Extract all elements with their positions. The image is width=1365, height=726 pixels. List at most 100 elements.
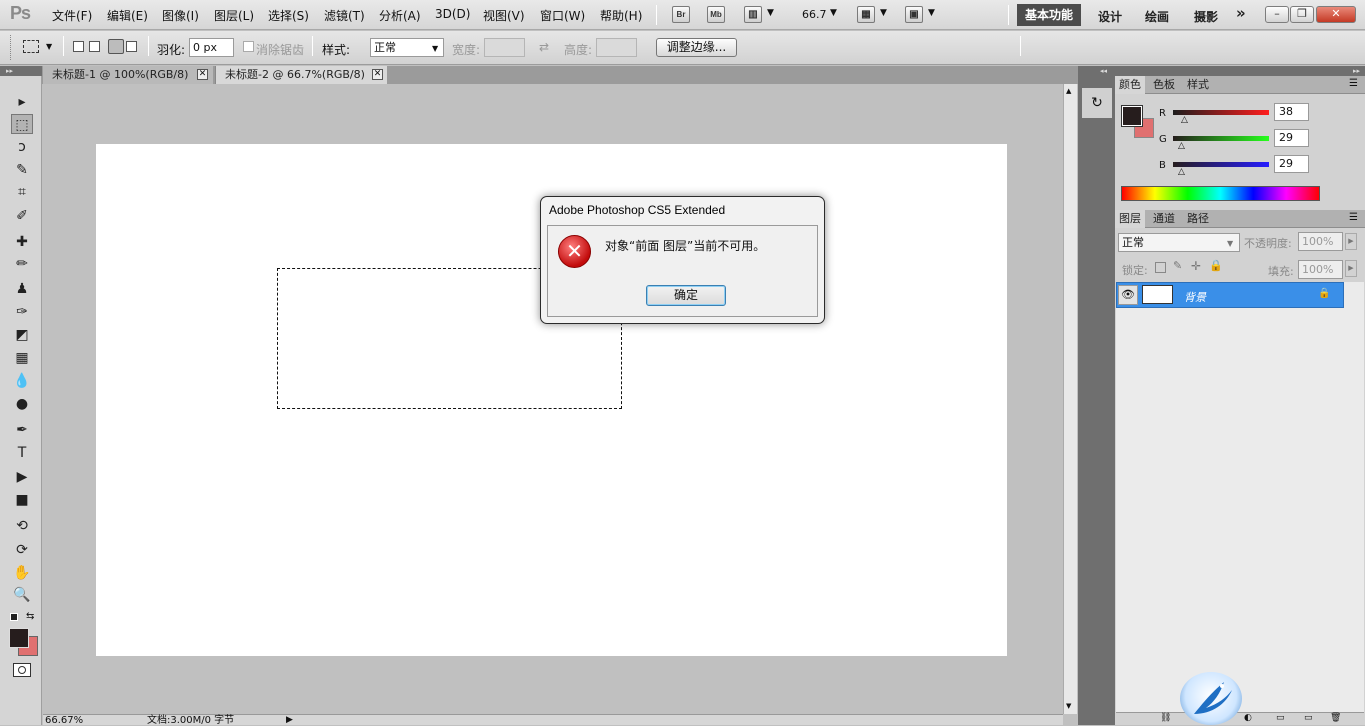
screen-mode-icon[interactable]: ▣ <box>905 6 923 23</box>
new-selection-icon[interactable] <box>73 41 84 52</box>
pen-tool-icon[interactable]: ✒ <box>11 420 33 440</box>
link-layers-icon[interactable]: ⛓ <box>1160 713 1171 723</box>
blur-tool-icon[interactable]: 💧 <box>11 371 33 391</box>
grip-handle[interactable] <box>10 35 13 60</box>
menu-select[interactable]: 选择(S) <box>268 7 309 24</box>
adjustment-layer-icon[interactable]: ◐ <box>1244 713 1252 723</box>
lock-all-icon[interactable]: 🔒 <box>1209 259 1223 272</box>
fill-arrow-icon[interactable]: ▶ <box>1345 260 1357 277</box>
swap-icon[interactable]: ⇄ <box>539 40 549 54</box>
minimize-button[interactable]: – <box>1265 6 1289 23</box>
quick-mask-icon[interactable] <box>13 663 31 677</box>
menu-layer[interactable]: 图层(L) <box>214 7 254 24</box>
restore-button[interactable]: ❐ <box>1290 6 1314 23</box>
menu-help[interactable]: 帮助(H) <box>600 7 642 24</box>
trash-icon[interactable]: 🗑 <box>1330 713 1341 723</box>
gradient-tool-icon[interactable]: ▦ <box>11 348 33 368</box>
g-value-input[interactable]: 29 <box>1274 129 1309 147</box>
ok-button[interactable]: 确定 <box>646 285 726 306</box>
chevron-down-icon[interactable]: ▼ <box>46 42 52 51</box>
chevron-down-icon[interactable]: ▼ <box>880 8 887 18</box>
height-input[interactable] <box>596 38 637 57</box>
tab-styles[interactable]: 样式 <box>1183 76 1213 94</box>
hand-tool-icon[interactable]: ✋ <box>11 563 33 583</box>
tab-document-1[interactable]: 未标题-1 @ 100%(RGB/8) <box>43 66 213 84</box>
crop-tool-icon[interactable]: ⌗ <box>11 182 33 202</box>
quick-select-tool-icon[interactable]: ✎ <box>11 160 33 180</box>
chevron-down-icon[interactable]: ▼ <box>767 8 774 18</box>
lock-pixels-icon[interactable]: ✎ <box>1173 259 1182 272</box>
menu-view[interactable]: 视图(V) <box>483 7 525 24</box>
more-workspaces-icon[interactable]: » <box>1236 4 1246 22</box>
color-spectrum-bar[interactable] <box>1121 186 1320 201</box>
history-panel-icon[interactable]: ↻ <box>1082 88 1112 118</box>
antialias-checkbox[interactable] <box>243 41 254 52</box>
healing-tool-icon[interactable]: ✚ <box>11 232 33 252</box>
panel-menu-icon[interactable]: ☰ <box>1349 212 1358 223</box>
3d-rotate-tool-icon[interactable]: ⟲ <box>11 516 33 536</box>
history-brush-tool-icon[interactable]: ✑ <box>11 302 33 322</box>
default-colors-icon[interactable] <box>10 613 18 621</box>
menu-3d[interactable]: 3D(D) <box>435 7 470 21</box>
workspace-essentials[interactable]: 基本功能 <box>1017 4 1081 26</box>
scroll-up-icon[interactable]: ▲ <box>1066 87 1071 95</box>
add-selection-icon[interactable] <box>89 41 100 52</box>
collapse-icon[interactable]: ▸▸ <box>1353 67 1360 75</box>
fill-input[interactable]: 100% <box>1298 260 1343 279</box>
r-slider-thumb[interactable]: △ <box>1181 115 1188 125</box>
clone-stamp-tool-icon[interactable]: ♟ <box>11 279 33 299</box>
eye-icon[interactable]: 👁 <box>1118 285 1138 305</box>
close-icon[interactable]: ✕ <box>197 69 208 80</box>
swap-colors-icon[interactable]: ⇆ <box>26 611 34 622</box>
blend-mode-select[interactable]: 正常 ▼ <box>1118 233 1240 252</box>
menu-window[interactable]: 窗口(W) <box>540 7 585 24</box>
new-layer-icon[interactable]: ▭ <box>1276 713 1285 723</box>
b-slider-thumb[interactable]: △ <box>1178 167 1185 177</box>
width-input[interactable] <box>484 38 525 57</box>
menu-image[interactable]: 图像(I) <box>162 7 199 24</box>
g-slider-thumb[interactable]: △ <box>1178 141 1185 151</box>
layer-name[interactable]: 背景 <box>1184 289 1206 305</box>
menu-analysis[interactable]: 分析(A) <box>379 7 421 24</box>
opacity-input[interactable]: 100% <box>1298 232 1343 251</box>
new-layer-icon[interactable]: ▭ <box>1304 713 1313 723</box>
r-value-input[interactable]: 38 <box>1274 103 1309 121</box>
b-value-input[interactable]: 29 <box>1274 155 1309 173</box>
tab-paths[interactable]: 路径 <box>1183 210 1213 228</box>
type-tool-icon[interactable]: T <box>11 443 33 463</box>
zoom-tool-icon[interactable]: 🔍 <box>11 585 33 605</box>
workspace-design[interactable]: 设计 <box>1098 8 1122 25</box>
eraser-tool-icon[interactable]: ◩ <box>11 325 33 345</box>
chevron-down-icon[interactable]: ▼ <box>928 8 935 18</box>
panel-header[interactable] <box>1115 66 1365 76</box>
lock-transparent-icon[interactable] <box>1155 262 1166 273</box>
vertical-scrollbar[interactable]: ▲ ▼ <box>1063 84 1077 714</box>
foreground-color-swatch[interactable] <box>9 628 29 648</box>
bridge-button[interactable]: Br <box>672 6 690 23</box>
tab-document-2[interactable]: 未标题-2 @ 66.7%(RGB/8) <box>215 66 387 84</box>
opacity-arrow-icon[interactable]: ▶ <box>1345 233 1357 250</box>
menu-file[interactable]: 文件(F) <box>52 7 92 24</box>
chevron-down-icon[interactable]: ▼ <box>830 8 837 18</box>
collapse-icon[interactable]: ▸▸ <box>6 67 13 75</box>
tab-swatches[interactable]: 色板 <box>1149 76 1179 94</box>
dodge-tool-icon[interactable]: ● <box>11 394 33 414</box>
panel-menu-icon[interactable]: ☰ <box>1349 78 1358 89</box>
foreground-color-swatch[interactable] <box>1121 105 1143 127</box>
status-menu-arrow-icon[interactable]: ▶ <box>286 715 293 725</box>
close-button[interactable]: ✕ <box>1316 6 1356 23</box>
3d-orbit-tool-icon[interactable]: ⟳ <box>11 540 33 560</box>
collapse-icon[interactable]: ◂◂ <box>1100 67 1107 75</box>
tab-color[interactable]: 颜色 <box>1115 76 1145 94</box>
menu-edit[interactable]: 编辑(E) <box>107 7 148 24</box>
marquee-tool-icon[interactable]: ⬚ <box>11 114 33 134</box>
zoom-level[interactable]: 66.7 <box>802 8 827 21</box>
view-extras-icon[interactable]: ▥ <box>744 6 762 23</box>
eyedropper-tool-icon[interactable]: ✐ <box>11 206 33 226</box>
b-slider[interactable] <box>1173 162 1269 167</box>
refine-edge-button[interactable]: 调整边缘... <box>656 38 737 57</box>
workspace-photography[interactable]: 摄影 <box>1194 8 1218 25</box>
path-select-tool-icon[interactable]: ▶ <box>11 467 33 487</box>
marquee-preset-icon[interactable] <box>23 40 39 53</box>
g-slider[interactable] <box>1173 136 1269 141</box>
